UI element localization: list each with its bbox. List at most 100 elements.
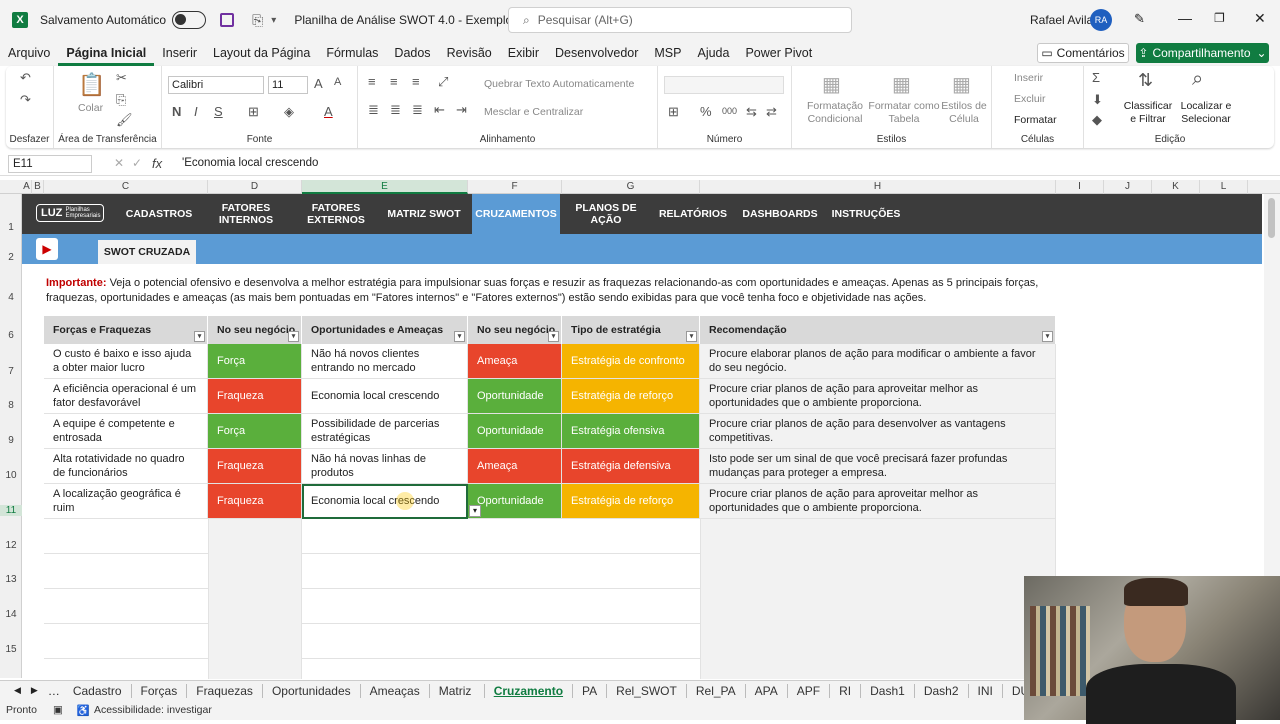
align-center-icon[interactable]: ≣ [390,102,401,118]
menu-ajuda[interactable]: Ajuda [689,40,737,66]
format-painter-icon[interactable]: 🖌 [116,112,133,128]
align-middle-icon[interactable]: ≡ [390,74,398,89]
col-header-b[interactable]: B [32,180,44,194]
menu-inserir[interactable]: Inserir [154,40,205,66]
row-header[interactable]: 15 [0,644,22,655]
italic-icon[interactable]: I [194,104,198,119]
sheet-tab-active[interactable]: Cruzamento [485,683,574,698]
align-right-icon[interactable]: ≣ [412,102,423,118]
nav-fatores-externos[interactable]: FATORES EXTERNOS [298,194,374,234]
percent-icon[interactable]: % [700,104,712,119]
table-cell[interactable]: Procure criar planos de ação para desenv… [700,414,1056,449]
filter-dropdown-icon[interactable]: ▾ [194,331,205,342]
col-header-e[interactable]: E [302,180,468,194]
delete-cells-button[interactable]: Excluir [1014,93,1046,105]
table-cell[interactable]: Estratégia de reforço [562,484,700,519]
next-sheet-icon[interactable]: ▶ [31,685,38,696]
font-color-icon[interactable]: A [324,104,333,119]
number-format-select[interactable] [664,76,784,94]
table-cell[interactable]: Força [208,414,302,449]
row-header[interactable]: 13 [0,574,22,585]
table-cell[interactable]: Ameaça [468,449,562,484]
menu-arquivo[interactable]: Arquivo [0,40,58,66]
sheet-tab[interactable]: APF [788,683,831,698]
menu-formulas[interactable]: Fórmulas [318,40,386,66]
save-icon[interactable] [220,13,235,27]
col-header-c[interactable]: C [44,180,208,194]
col-header-a[interactable]: A [22,180,32,194]
row-header[interactable]: 7 [0,366,22,377]
row-header[interactable]: 4 [0,292,22,303]
format-cells-button[interactable]: Formatar [1014,114,1057,126]
row-header[interactable]: 12 [0,540,22,551]
sheet-tab[interactable]: Rel_PA [687,683,746,698]
table-cell[interactable]: Procure criar planos de ação para aprove… [700,484,1056,519]
nav-fatores-internos[interactable]: FATORES INTERNOS [208,194,284,234]
table-cell[interactable]: A equipe é competente e entrosada [44,414,208,449]
sheet-tab[interactable]: RI [830,683,862,698]
sheet-tab[interactable]: Forças [132,683,188,698]
menu-dados[interactable]: Dados [386,40,438,66]
table-cell[interactable]: O custo é baixo e isso ajuda a obter mai… [44,344,208,379]
sheet-tab[interactable]: INI [969,683,1003,698]
table-cell[interactable]: Estratégia de confronto [562,344,700,379]
table-cell[interactable]: Alta rotatividade no quadro de funcionár… [44,449,208,484]
conditional-format-icon[interactable]: ▦ [822,72,841,97]
insert-cells-button[interactable]: Inserir [1014,72,1043,84]
menu-exibir[interactable]: Exibir [500,40,547,66]
menu-layout[interactable]: Layout da Página [205,40,318,66]
clear-icon[interactable]: ◆ [1092,112,1102,128]
table-cell[interactable]: Fraqueza [208,484,302,519]
row-header[interactable]: 2 [0,252,22,263]
merge-center-button[interactable]: Mesclar e Centralizar [484,106,583,118]
table-cell[interactable]: Isto pode ser um sinal de que você preci… [700,449,1056,484]
menu-msp[interactable]: MSP [646,40,689,66]
autosum-icon[interactable]: Σ [1092,70,1100,85]
undo-icon[interactable]: ↶ [20,70,31,86]
increase-font-icon[interactable]: A [314,76,323,91]
nav-cruzamentos[interactable]: CRUZAMENTOS [472,194,560,234]
align-top-icon[interactable]: ≡ [368,74,376,89]
table-cell[interactable]: Força [208,344,302,379]
col-header-l[interactable]: L [1200,180,1248,194]
filter-dropdown-icon[interactable]: ▾ [1042,331,1053,342]
cell-styles-button[interactable]: Estilos de Célula [938,100,990,126]
sheet-tab[interactable]: Ameaças [361,683,430,698]
increase-decimal-icon[interactable]: ⇆ [746,104,757,120]
row-header[interactable]: 10 [0,470,22,481]
table-cell[interactable]: Fraqueza [208,449,302,484]
pen-icon[interactable]: ✎ [1134,11,1145,27]
sort-filter-icon[interactable]: ⇅ [1138,70,1153,91]
font-size-select[interactable]: 11 [268,76,308,94]
table-cell[interactable]: Não há novos clientes entrando no mercad… [302,344,468,379]
cut-icon[interactable]: ✂ [116,70,127,86]
indent-decrease-icon[interactable]: ⇤ [434,102,445,118]
name-box[interactable]: E11 [8,155,92,173]
format-table-button[interactable]: Formatar como Tabela [868,100,940,126]
row-header[interactable]: 14 [0,609,22,620]
col-header-h[interactable]: H [700,180,1056,194]
sheet-tab[interactable]: PA [573,683,608,698]
menu-desenvolvedor[interactable]: Desenvolvedor [547,40,646,66]
more-sheets-icon[interactable]: … [48,684,60,698]
sheet-tab[interactable]: APA [746,683,788,698]
decrease-decimal-icon[interactable]: ⇄ [766,104,777,120]
nav-dashboards[interactable]: DASHBOARDS [740,194,820,234]
table-cell[interactable]: Estratégia de reforço [562,379,700,414]
sheet-tab[interactable]: Matriz SWOT [430,683,485,712]
find-icon[interactable]: ⌕ [1192,68,1203,91]
nav-instrucoes[interactable]: INSTRUÇÕES [830,194,902,234]
minimize-icon[interactable]: — [1178,10,1192,26]
format-table-icon[interactable]: ▦ [892,72,911,97]
paste-icon[interactable]: 📋 [78,72,105,98]
prev-sheet-icon[interactable]: ◀ [14,685,21,696]
table-cell[interactable]: Oportunidade [468,414,562,449]
table-cell[interactable]: Possibilidade de parcerias estratégicas [302,414,468,449]
col-header-f[interactable]: F [468,180,562,194]
tab-swot-cruzada[interactable]: SWOT CRUZADA [98,240,196,264]
wrap-text-button[interactable]: Quebrar Texto Automaticamente [484,78,634,90]
search-box[interactable]: ⌕ Pesquisar (Alt+G) [508,7,852,33]
find-select-button[interactable]: Localizar e Selecionar [1176,100,1236,126]
accessibility-icon[interactable]: ♿ [77,704,90,717]
table-cell[interactable]: A localização geográfica é ruim [44,484,208,519]
